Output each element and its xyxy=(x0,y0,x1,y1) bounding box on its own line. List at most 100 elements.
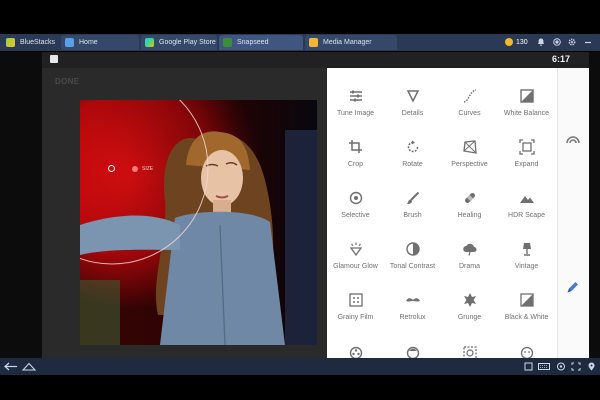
tool-retrolux[interactable]: Retrolux xyxy=(384,292,441,322)
tool-label: Retrolux xyxy=(399,314,426,321)
tool-label: Glamour Glow xyxy=(333,263,378,270)
grainy-film-icon xyxy=(327,292,384,308)
tool-curves[interactable]: Curves xyxy=(441,88,498,118)
tab-media-manager[interactable]: Media Manager xyxy=(305,35,397,50)
bluestacks-logo-icon xyxy=(6,38,15,47)
tools-panel: Tune Image Details Curves White Balance Crop… xyxy=(327,68,557,358)
white-balance-icon xyxy=(498,88,555,104)
done-button[interactable]: DONE xyxy=(55,77,79,86)
tool-label: Tonal Contrast xyxy=(389,263,436,270)
keyboard-icon[interactable] xyxy=(538,362,550,371)
tab-label: BlueStacks xyxy=(20,39,56,46)
rotate-icon xyxy=(384,139,441,155)
glamour-glow-icon xyxy=(327,241,384,257)
tool-label: Curves xyxy=(458,110,481,117)
tool-expand[interactable]: Expand xyxy=(498,139,555,169)
tool-details[interactable]: Details xyxy=(384,88,441,118)
photo-preview[interactable] xyxy=(80,100,317,345)
retrolux-icon xyxy=(384,292,441,308)
right-rail xyxy=(557,68,589,358)
tool-glamour-glow[interactable]: Glamour Glow xyxy=(327,241,384,271)
tool-label: Selective xyxy=(341,212,370,219)
tool-healing[interactable]: Healing xyxy=(441,190,498,220)
home-nav-icon[interactable] xyxy=(21,362,37,371)
screen-icon[interactable] xyxy=(524,362,533,371)
minimize-icon[interactable] xyxy=(584,38,592,46)
face-tool-icon[interactable] xyxy=(327,345,384,358)
tab-home[interactable]: Home xyxy=(61,35,139,50)
size-handle[interactable] xyxy=(132,166,138,172)
tool-crop[interactable]: Crop xyxy=(327,139,384,169)
styles-icon[interactable] xyxy=(565,132,581,150)
tool-grainy-film[interactable]: Grainy Film xyxy=(327,292,384,322)
tool-label: Tune Image xyxy=(336,110,375,117)
tool-perspective[interactable]: Perspective xyxy=(441,139,498,169)
shake-icon[interactable] xyxy=(556,362,566,371)
record-icon[interactable] xyxy=(553,38,561,46)
notification-icon xyxy=(50,55,58,63)
tool-label: HDR Scape xyxy=(508,212,545,219)
tool-label: White Balance xyxy=(503,110,550,117)
tool-label: Brush xyxy=(403,212,422,219)
android-status-bar xyxy=(42,52,589,68)
healing-icon xyxy=(441,190,498,206)
tool-label: Expand xyxy=(514,161,539,168)
fullscreen-icon[interactable] xyxy=(571,362,581,371)
gear-icon[interactable] xyxy=(568,38,576,46)
crop-icon xyxy=(327,139,384,155)
bell-icon[interactable] xyxy=(537,38,545,46)
brush-icon xyxy=(384,190,441,206)
selective-pin[interactable] xyxy=(108,165,115,172)
grunge-icon xyxy=(441,292,498,308)
details-icon xyxy=(384,88,441,104)
lens-blur-icon[interactable] xyxy=(441,345,498,358)
status-time: 6:17 xyxy=(552,54,571,64)
tool-brush[interactable]: Brush xyxy=(384,190,441,220)
tab-label: Media Manager xyxy=(323,39,372,46)
tool-white-balance[interactable]: White Balance xyxy=(498,88,555,118)
coin-icon xyxy=(505,38,513,46)
curves-icon xyxy=(441,88,498,104)
tool-tonal-contrast[interactable]: Tonal Contrast xyxy=(384,241,441,271)
face-pose-icon[interactable] xyxy=(498,345,555,358)
hdr-scape-icon xyxy=(498,190,555,206)
folder-icon xyxy=(309,38,318,47)
edit-pencil-icon[interactable] xyxy=(566,280,580,299)
tool-label: Rotate xyxy=(402,161,423,168)
portrait-tool-icon[interactable] xyxy=(384,345,441,358)
tool-grunge[interactable]: Grunge xyxy=(441,292,498,322)
tool-label: Black & White xyxy=(504,314,549,321)
tool-drama[interactable]: Drama xyxy=(441,241,498,271)
coin-balance[interactable]: 130 xyxy=(505,38,528,46)
tool-vintage[interactable]: Vintage xyxy=(498,241,555,271)
black-white-icon xyxy=(498,292,555,308)
tab-google-play-store[interactable]: Google Play Store xyxy=(141,35,217,50)
tab-snapseed[interactable]: Snapseed xyxy=(219,35,303,50)
coin-count: 130 xyxy=(516,38,528,46)
size-label: SIZE xyxy=(142,166,154,172)
tool-label: Healing xyxy=(457,212,482,219)
tool-tune[interactable]: Tune Image xyxy=(327,88,384,118)
tonal-contrast-icon xyxy=(384,241,441,257)
tool-label: Details xyxy=(401,110,424,117)
location-icon[interactable] xyxy=(587,362,596,371)
drama-icon xyxy=(441,241,498,257)
tool-label: Drama xyxy=(458,263,480,270)
left-frame xyxy=(0,52,42,358)
tool-label: Crop xyxy=(347,161,364,168)
tool-label: Grainy Film xyxy=(337,314,374,321)
home-icon xyxy=(65,38,74,47)
tab-bluestacks[interactable]: BlueStacks xyxy=(2,35,58,50)
back-icon[interactable] xyxy=(4,362,18,371)
tab-label: Google Play Store xyxy=(159,39,216,46)
tool-hdr-scape[interactable]: HDR Scape xyxy=(498,190,555,220)
tune-icon xyxy=(327,88,384,104)
tool-selective[interactable]: Selective xyxy=(327,190,384,220)
play-store-icon xyxy=(145,38,154,47)
tool-black-white[interactable]: Black & White xyxy=(498,292,555,322)
tool-label: Grunge xyxy=(457,314,482,321)
tool-rotate[interactable]: Rotate xyxy=(384,139,441,169)
tool-label: Perspective xyxy=(451,161,488,168)
bluestacks-bottom-bar xyxy=(0,358,600,375)
portrait-photo xyxy=(80,100,317,345)
